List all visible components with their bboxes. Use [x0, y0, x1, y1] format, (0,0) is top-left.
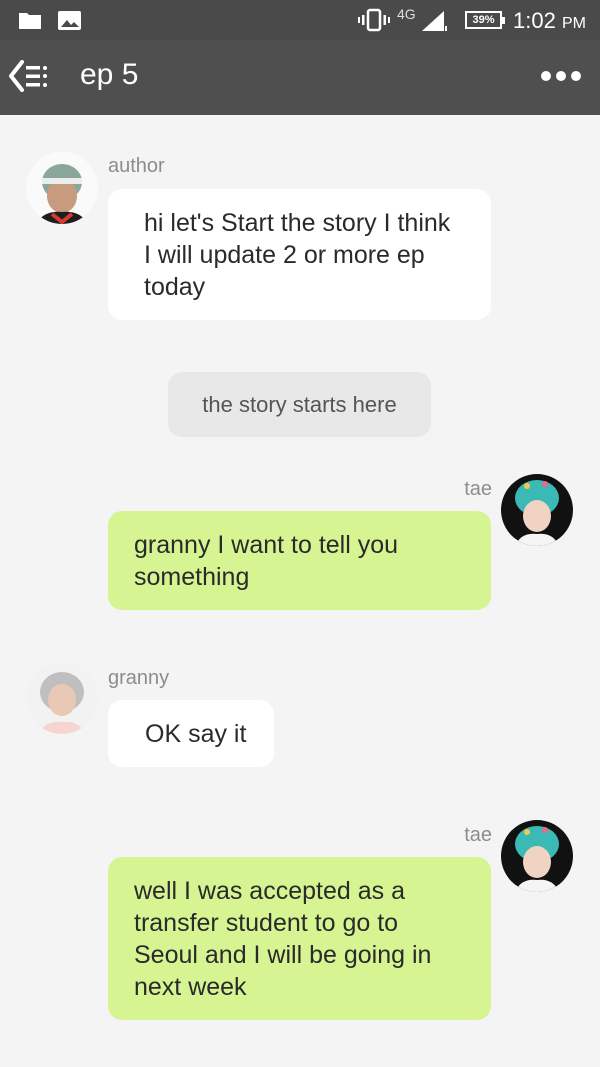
vibrate-icon [358, 8, 390, 32]
author-avatar[interactable] [26, 152, 98, 224]
clock: 1:02 PM [513, 8, 586, 34]
tae-avatar[interactable] [501, 820, 573, 892]
app-header: ep 5 [0, 40, 600, 115]
image-icon [58, 11, 81, 30]
status-bar: 4G 39% 1:02 PM [0, 0, 600, 40]
message-bubble: granny I want to tell you something [108, 511, 491, 610]
page-title: ep 5 [80, 58, 139, 91]
sender-name: tae [464, 478, 492, 500]
back-menu-icon[interactable] [8, 58, 58, 94]
sender-name: granny [108, 667, 170, 689]
folder-icon [19, 13, 41, 29]
message-bubble: OK say it [108, 700, 274, 767]
sender-name: tae [464, 824, 492, 846]
sender-name: author [108, 155, 165, 177]
more-options-icon[interactable] [536, 63, 586, 89]
message-bubble: hi let's Start the story I think I will … [108, 189, 491, 320]
granny-avatar[interactable] [26, 662, 98, 734]
narration-box: the story starts here [168, 372, 431, 437]
clock-ampm: PM [561, 15, 586, 32]
signal-icon [422, 11, 447, 31]
tae-avatar[interactable] [501, 474, 573, 546]
battery-indicator: 39% [465, 11, 505, 29]
clock-time: 1:02 [513, 8, 556, 33]
message-bubble: well I was accepted as a transfer studen… [108, 857, 491, 1020]
network-type: 4G [397, 6, 416, 22]
